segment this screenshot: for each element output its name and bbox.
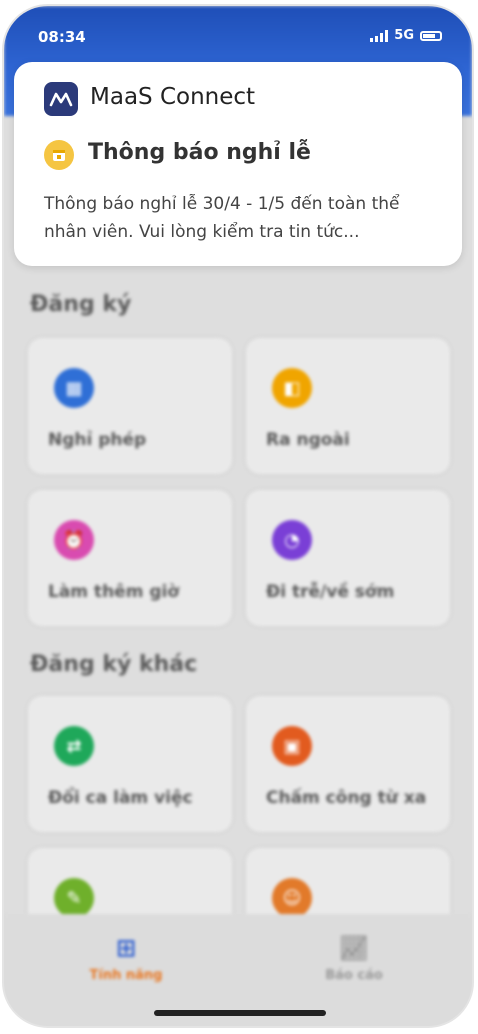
card-go-out[interactable]: ◧ Ra ngoài	[246, 338, 450, 474]
card-remote-checkin-label: Chấm công từ xa	[266, 788, 427, 808]
card-overtime-label: Làm thêm giờ	[48, 582, 180, 602]
swap-arrows-icon: ⇄	[54, 726, 94, 766]
stopwatch-icon: ◔	[272, 520, 312, 560]
alarm-clock-icon: ⏰	[54, 520, 94, 560]
nav-reports[interactable]: 📈︎ Báo cáo	[284, 934, 424, 983]
nav-features[interactable]: ⊞ Tính năng	[56, 934, 196, 983]
battery-icon	[420, 30, 442, 41]
remote-checkin-icon: ▣	[272, 726, 312, 766]
grid-icon: ⊞	[115, 934, 137, 962]
line-chart-icon: 📈︎	[338, 934, 370, 962]
network-type: 5G	[394, 28, 414, 43]
card-leave-label: Nghỉ phép	[48, 430, 147, 450]
section-title-register: Đăng ký	[30, 292, 132, 317]
status-indicators: 5G	[370, 28, 442, 43]
push-notification[interactable]: MaaS Connect Thông báo nghỉ lễ Thông báo…	[14, 62, 462, 266]
nav-features-label: Tính năng	[89, 968, 163, 983]
signal-icon	[370, 29, 389, 42]
notification-title: Thông báo nghỉ lễ	[88, 140, 311, 165]
calendar-icon: ▦	[54, 368, 94, 408]
card-leave[interactable]: ▦ Nghỉ phép	[28, 338, 232, 474]
notification-app-name: MaaS Connect	[90, 84, 256, 110]
home-indicator[interactable]	[154, 1010, 326, 1016]
card-late-early[interactable]: ◔ Đi trễ/về sớm	[246, 490, 450, 626]
nav-reports-label: Báo cáo	[325, 968, 383, 983]
section-title-other: Đăng ký khác	[30, 652, 198, 677]
card-go-out-label: Ra ngoài	[266, 430, 350, 450]
card-shift-change-label: Đổi ca làm việc	[48, 788, 193, 808]
status-time: 08:34	[38, 28, 86, 46]
card-remote-checkin[interactable]: ▣ Chấm công từ xa	[246, 696, 450, 832]
calendar-badge-icon	[44, 140, 74, 170]
person-icon: ☺	[272, 878, 312, 918]
card-overtime[interactable]: ⏰ Làm thêm giờ	[28, 490, 232, 626]
edit-note-icon: ✎	[54, 878, 94, 918]
card-shift-change[interactable]: ⇄ Đổi ca làm việc	[28, 696, 232, 832]
card-late-early-label: Đi trễ/về sớm	[266, 582, 395, 602]
exit-door-icon: ◧	[272, 368, 312, 408]
app-logo-icon	[44, 82, 78, 116]
notification-body: Thông báo nghỉ lễ 30/4 - 1/5 đến toàn th…	[44, 194, 400, 242]
